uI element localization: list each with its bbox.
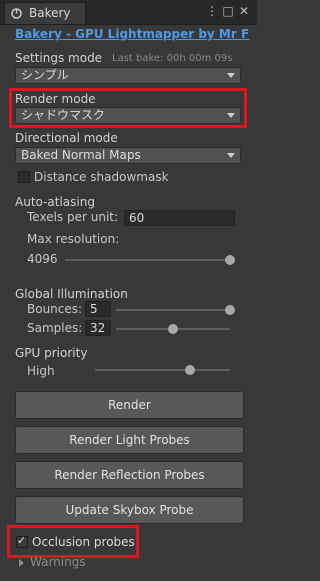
max-resolution-value: 4096	[27, 252, 58, 266]
occlusion-probes-highlight	[7, 525, 139, 558]
render-button[interactable]: Render	[15, 391, 244, 419]
gpu-priority-label: GPU priority	[15, 346, 88, 360]
texels-per-unit-value: 60	[129, 211, 145, 225]
render-light-probes-button[interactable]: Render Light Probes	[15, 426, 244, 454]
warnings-foldout[interactable]: Warnings	[30, 555, 86, 569]
close-icon[interactable]: ✕	[238, 4, 250, 18]
settings-mode-value: シンプル	[21, 68, 69, 82]
bakery-window: Bakery ⋮ □ ✕ Bakery - GPU Lightmapper by…	[0, 0, 257, 581]
update-skybox-probe-button[interactable]: Update Skybox Probe	[15, 496, 244, 524]
tab-bakery[interactable]: Bakery	[4, 2, 86, 24]
settings-mode-dropdown[interactable]: シンプル	[15, 67, 241, 84]
distance-shadowmask-label: Distance shadowmask	[34, 170, 169, 184]
tab-label: Bakery	[29, 6, 71, 20]
max-resolution-slider-track[interactable]	[65, 259, 230, 261]
maximize-icon[interactable]: □	[222, 4, 234, 18]
bounces-label: Bounces:	[27, 302, 83, 316]
chevron-down-icon	[227, 153, 235, 158]
distance-shadowmask-checkbox[interactable]	[18, 171, 30, 183]
directional-mode-value: Baked Normal Maps	[21, 148, 141, 162]
directional-mode-label: Directional mode	[15, 131, 118, 145]
bounces-value: 5	[90, 302, 98, 316]
bounces-field[interactable]: 5	[85, 301, 111, 317]
chevron-down-icon	[227, 73, 235, 78]
samples-value: 32	[90, 321, 106, 335]
texels-per-unit-label: Texels per unit:	[27, 210, 119, 224]
max-resolution-label: Max resolution:	[27, 232, 120, 246]
settings-mode-label: Settings mode	[15, 51, 103, 65]
tab-bar: Bakery ⋮ □ ✕	[0, 0, 257, 25]
max-resolution-slider-handle[interactable]	[225, 255, 235, 265]
samples-field[interactable]: 32	[85, 320, 111, 336]
auto-atlasing-label: Auto-atlasing	[15, 195, 95, 209]
gpu-priority-slider-handle[interactable]	[184, 365, 195, 375]
bakery-icon	[11, 8, 22, 19]
directional-mode-dropdown[interactable]: Baked Normal Maps	[15, 147, 241, 164]
last-bake-text: Last bake: 00h 00m 09s	[112, 53, 233, 64]
chevron-right-icon[interactable]	[19, 559, 24, 567]
global-illumination-label: Global Illumination	[15, 287, 128, 301]
bounces-slider-handle[interactable]	[225, 305, 235, 315]
samples-label: Samples:	[27, 321, 83, 335]
render-reflection-probes-button[interactable]: Render Reflection Probes	[15, 461, 244, 489]
more-menu-icon[interactable]: ⋮	[206, 4, 218, 18]
title-link[interactable]: Bakery - GPU Lightmapper by Mr F	[15, 27, 255, 41]
gpu-priority-value: High	[27, 364, 55, 378]
bounces-slider-track[interactable]	[116, 309, 230, 311]
texels-per-unit-field[interactable]: 60	[124, 210, 235, 226]
gpu-priority-slider-track[interactable]	[95, 369, 230, 371]
samples-slider-handle[interactable]	[168, 324, 178, 334]
render-mode-highlight	[9, 88, 247, 128]
